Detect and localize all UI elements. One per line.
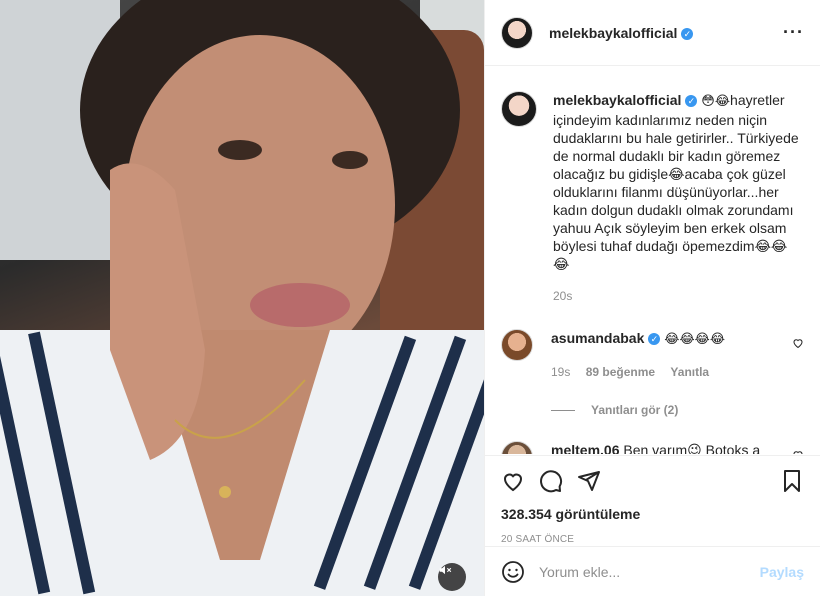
comment-text: 😂😂😂😂 <box>664 332 726 347</box>
like-comment-heart-icon[interactable] <box>792 449 804 454</box>
caption-username[interactable]: melekbaykalofficial <box>553 92 681 108</box>
post-header: melekbaykalofficial ✓ ··· <box>485 0 820 66</box>
more-options-icon[interactable]: ··· <box>783 22 804 43</box>
post-caption: melekbaykalofficial ✓ 😳😂hayretler içindey… <box>501 91 804 305</box>
comment-item: asumandabak ✓ 😂😂😂😂 19s 89 beğenme Yanıtla <box>501 329 804 381</box>
like-comment-heart-icon[interactable] <box>792 337 804 349</box>
comments-list[interactable]: melekbaykalofficial ✓ 😳😂hayretler içindey… <box>485 67 820 454</box>
comment-likes[interactable]: 89 beğenme <box>586 365 655 379</box>
reply-button[interactable]: Yanıtla <box>670 365 709 379</box>
commenter-avatar[interactable] <box>501 441 533 454</box>
post-actions: 328.354 görüntüleme 20 SAAT ÖNCE <box>485 455 820 545</box>
heart-icon[interactable] <box>501 469 525 493</box>
commenter-avatar[interactable] <box>501 329 533 361</box>
commenter-username[interactable]: asumandabak <box>551 330 644 346</box>
post-comment-button[interactable]: Paylaş <box>760 564 804 580</box>
commenter-username[interactable]: meltem.06 <box>551 442 619 454</box>
view-count[interactable]: 328.354 görüntüleme <box>501 506 804 522</box>
bookmark-icon[interactable] <box>780 469 804 493</box>
add-comment-bar: Paylaş <box>485 546 820 596</box>
share-icon[interactable] <box>577 469 601 493</box>
mute-toggle-button[interactable] <box>438 563 466 591</box>
verified-icon: ✓ <box>685 95 698 107</box>
author-avatar[interactable] <box>501 16 533 49</box>
comment-icon[interactable] <box>539 469 563 493</box>
author-username[interactable]: melekbaykalofficial ✓ <box>549 25 694 41</box>
video-frame <box>0 0 484 596</box>
caption-emojis: 😳😂 <box>701 94 731 109</box>
view-replies-button[interactable]: Yanıtları gör (2) <box>551 403 804 417</box>
post-timestamp[interactable]: 20 SAAT ÖNCE <box>501 534 804 545</box>
comment-item: meltem.06 Ben varım😉 Botoks a <box>501 441 804 454</box>
comment-input[interactable] <box>539 563 760 580</box>
replies-divider <box>551 409 575 411</box>
post-video[interactable] <box>0 0 484 596</box>
comment-text: Ben varım😉 Botoks a <box>623 442 761 454</box>
muted-icon <box>439 565 452 575</box>
caption-avatar[interactable] <box>501 91 537 127</box>
emoji-icon[interactable] <box>501 560 525 584</box>
post-side-panel: melekbaykalofficial ✓ ··· melekbaykaloffi… <box>484 0 820 596</box>
caption-text: hayretler içindeyim kadınlarımız neden n… <box>553 92 799 272</box>
comment-timestamp[interactable]: 19s <box>551 365 570 379</box>
verified-icon: ✓ <box>648 333 661 345</box>
caption-timestamp[interactable]: 20s <box>553 287 801 305</box>
verified-icon: ✓ <box>681 27 694 40</box>
view-replies-label: Yanıtları gör (2) <box>591 403 679 417</box>
